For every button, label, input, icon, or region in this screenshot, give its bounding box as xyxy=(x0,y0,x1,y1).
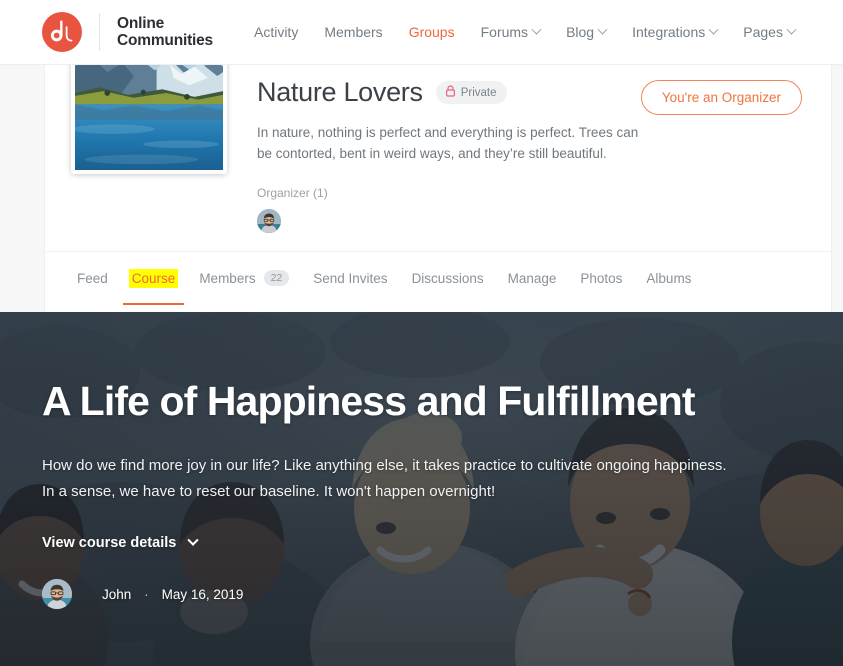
course-hero: A Life of Happiness and Fulfillment How … xyxy=(0,312,843,666)
lock-icon xyxy=(445,85,456,100)
avatar[interactable] xyxy=(42,579,72,610)
organizer-button-column: You're an Organizer xyxy=(640,58,805,251)
organizer-status-button[interactable]: You're an Organizer xyxy=(640,80,802,115)
brand-name-line2: Communities xyxy=(117,32,213,49)
meta-separator: · xyxy=(144,586,149,602)
nav-item-label: Blog xyxy=(566,24,595,40)
tab-discussions[interactable]: Discussions xyxy=(400,255,496,302)
brand-name: Online Communities xyxy=(117,15,213,50)
chevron-down-icon xyxy=(597,24,608,35)
chevron-down-icon xyxy=(786,24,797,35)
brand-name-line1: Online xyxy=(117,14,165,32)
nav-item-activity[interactable]: Activity xyxy=(241,18,311,46)
avatar[interactable] xyxy=(257,208,281,233)
tab-course[interactable]: Course xyxy=(122,268,185,305)
tab-label: Albums xyxy=(646,270,692,286)
nav-item-pages[interactable]: Pages xyxy=(730,18,808,46)
nav-item-label: Groups xyxy=(408,24,455,40)
group-title-row: Nature Lovers Private xyxy=(257,77,641,108)
tab-manage[interactable]: Manage xyxy=(496,255,569,302)
brand-logo-link[interactable]: Online Communities xyxy=(42,9,213,55)
mountain-lake-photo[interactable] xyxy=(71,50,227,174)
bp-logo-icon xyxy=(42,12,82,52)
tab-feed[interactable]: Feed xyxy=(65,255,120,302)
nav-item-members[interactable]: Members xyxy=(311,18,395,46)
hero-author-name[interactable]: John xyxy=(102,587,131,602)
nav-item-label: Activity xyxy=(253,24,299,40)
page-title: Nature Lovers xyxy=(257,77,423,107)
tab-label: Discussions xyxy=(411,270,484,286)
hero-content: A Life of Happiness and Fulfillment How … xyxy=(42,312,783,666)
view-course-details-label: View course details xyxy=(42,535,177,552)
status-badge: Private xyxy=(435,81,508,104)
group-description: In nature, nothing is perfect and everyt… xyxy=(257,125,639,161)
tab-label: Members xyxy=(199,270,256,286)
status-badge-label: Private xyxy=(460,86,497,99)
tab-label: Photos xyxy=(580,270,623,286)
tab-label: Feed xyxy=(77,270,108,286)
nav-item-label: Integrations xyxy=(632,24,706,40)
group-page-section: Nature Lovers Private In nature, nothing… xyxy=(0,50,843,312)
nav-item-forums[interactable]: Forums xyxy=(468,18,553,46)
top-navbar: Online Communities Activity Members Groups… xyxy=(0,0,843,65)
tab-count-badge: 22 xyxy=(263,270,290,286)
tab-members[interactable]: Members 22 xyxy=(187,254,301,302)
tab-send-invites[interactable]: Send Invites xyxy=(301,255,399,302)
group-tabs: Feed Course Members 22 Send Invites Discussio… xyxy=(45,251,831,305)
main-navigation: Activity Members Groups Forums Blog Integrati… xyxy=(241,18,808,46)
nav-item-label: Members xyxy=(324,24,383,40)
chevron-down-icon xyxy=(531,24,542,35)
nav-item-groups[interactable]: Groups xyxy=(396,18,468,46)
tab-label: Manage xyxy=(507,270,557,286)
active-tab-underline xyxy=(122,302,185,305)
nav-item-blog[interactable]: Blog xyxy=(553,18,619,46)
group-header-card: Nature Lovers Private In nature, nothing… xyxy=(44,50,832,312)
brand-divider xyxy=(99,13,100,51)
nav-item-label: Pages xyxy=(743,24,783,40)
group-header-body: Nature Lovers Private In nature, nothing… xyxy=(45,50,831,251)
chevron-down-icon xyxy=(187,534,199,547)
chevron-down-icon xyxy=(708,24,719,35)
nav-item-integrations[interactable]: Integrations xyxy=(619,18,730,46)
hero-date: May 16, 2019 xyxy=(161,586,244,602)
hero-author-meta: John · May 16, 2019 xyxy=(42,579,783,610)
organizer-label: Organizer (1) xyxy=(257,185,328,200)
group-avatar-column xyxy=(71,50,227,251)
nav-item-label: Forums xyxy=(480,24,529,40)
group-info: Nature Lovers Private In nature, nothing… xyxy=(227,58,641,251)
tab-albums[interactable]: Albums xyxy=(634,255,703,302)
view-course-details-link[interactable]: View course details xyxy=(42,534,199,552)
hero-title: A Life of Happiness and Fulfillment xyxy=(42,377,696,424)
hero-subtitle: How do we find more joy in our life? Lik… xyxy=(42,456,727,500)
tab-label: Send Invites xyxy=(313,270,388,286)
tab-photos[interactable]: Photos xyxy=(568,255,634,302)
tab-label: Course xyxy=(131,270,176,286)
